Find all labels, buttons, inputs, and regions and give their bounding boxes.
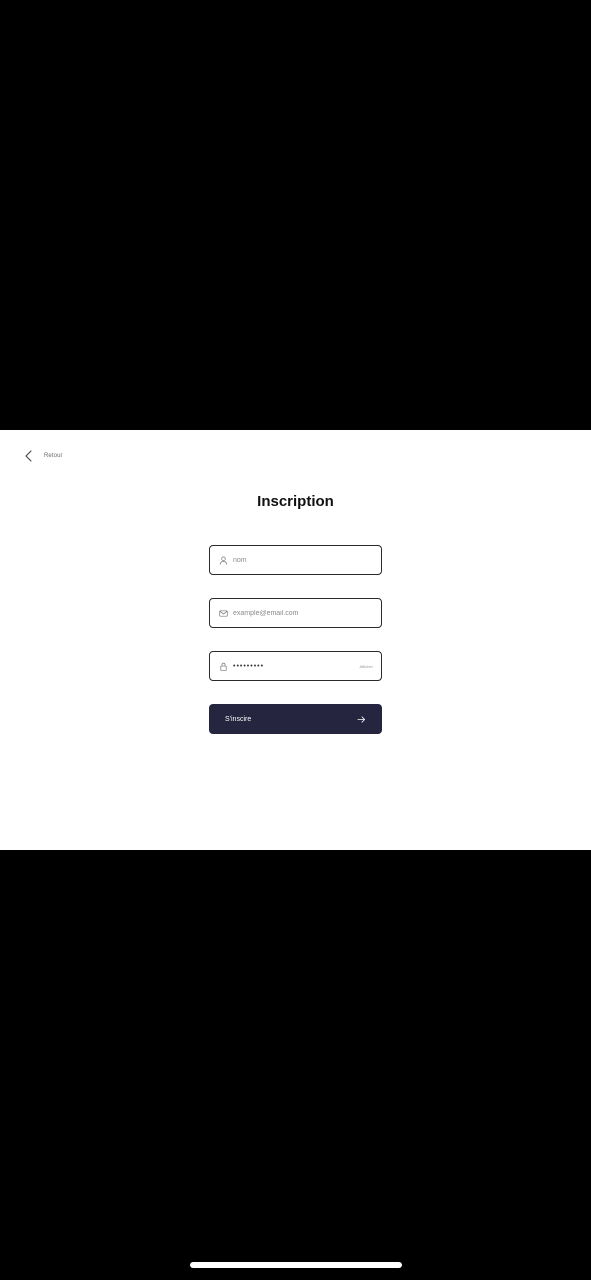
- email-input[interactable]: [233, 603, 373, 623]
- signup-button-label: S'inscire: [225, 715, 252, 723]
- chevron-left-icon: [25, 450, 32, 462]
- page-title: Inscription: [257, 493, 334, 510]
- password-field[interactable]: Afficher: [209, 651, 382, 681]
- arrow-right-icon: [357, 715, 366, 723]
- show-password-toggle[interactable]: Afficher: [360, 664, 374, 669]
- mail-icon: [218, 608, 228, 618]
- password-input[interactable]: [233, 656, 356, 676]
- name-input[interactable]: [233, 550, 373, 570]
- back-label: Retour: [44, 453, 63, 459]
- lock-icon: [218, 661, 228, 671]
- name-field[interactable]: [209, 545, 382, 575]
- screen: Retour Inscription nom example@email.com…: [0, 0, 591, 1280]
- email-field[interactable]: [209, 598, 382, 628]
- home-indicator: [190, 1262, 402, 1268]
- signup-button[interactable]: S'inscire: [209, 704, 382, 734]
- back-button[interactable]: Retour: [24, 449, 63, 463]
- signup-panel: Retour Inscription nom example@email.com…: [0, 430, 591, 850]
- user-icon: [218, 555, 228, 565]
